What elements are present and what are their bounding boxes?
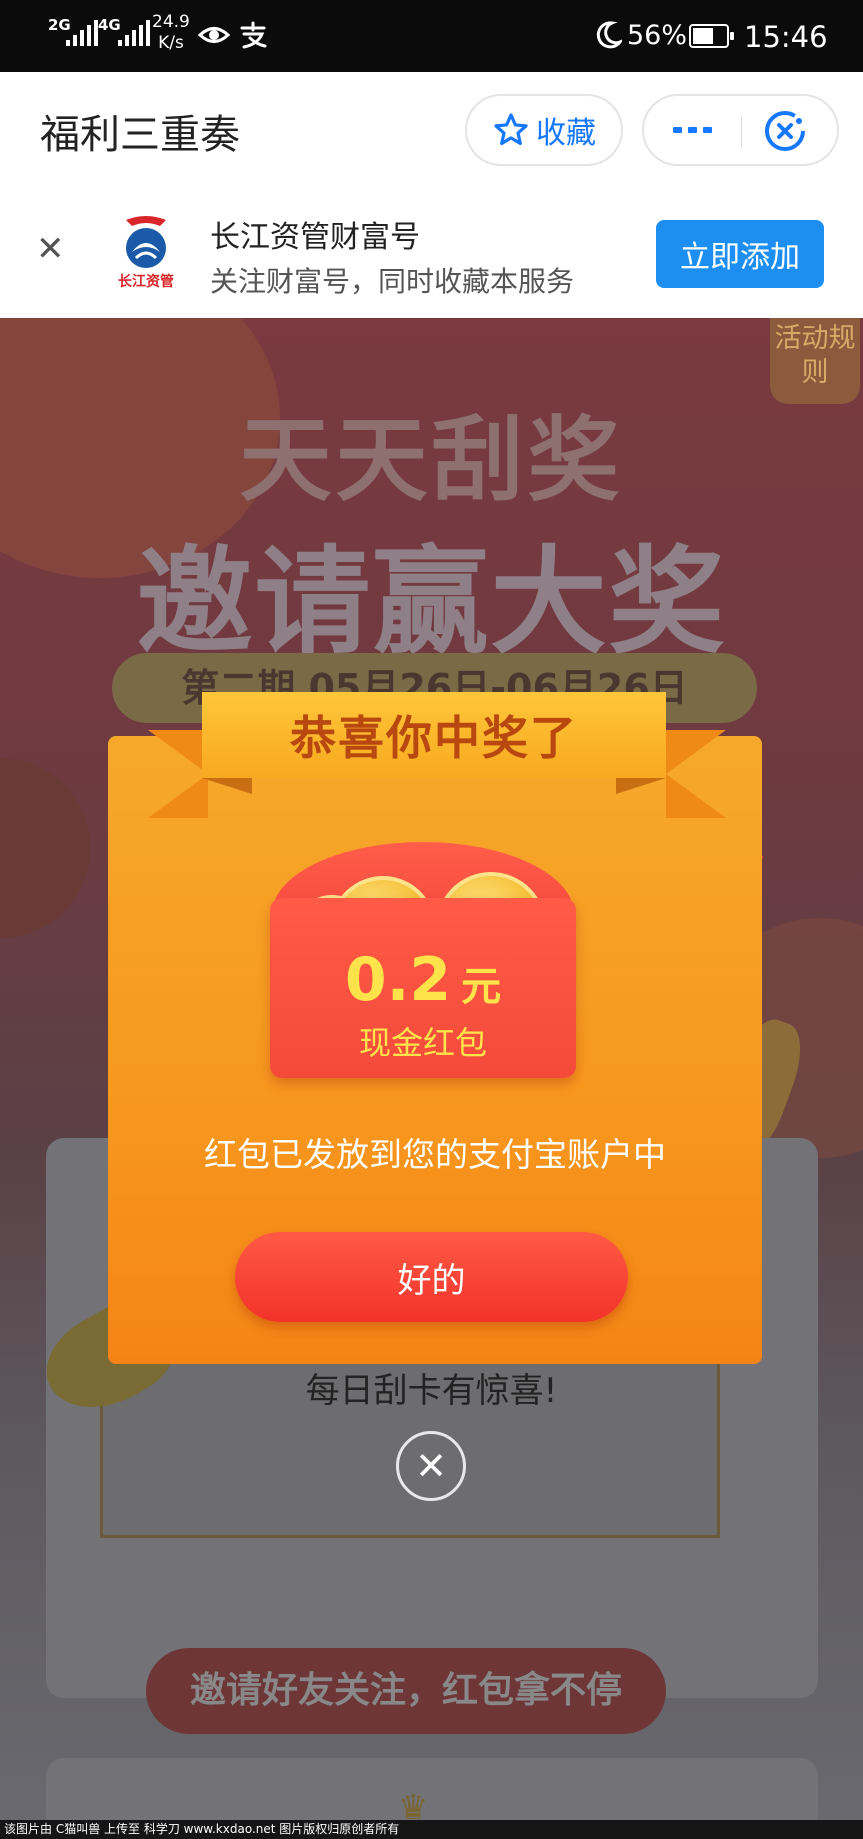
more-dot: [703, 127, 712, 133]
moon-icon: [596, 21, 622, 49]
logo-text: 长江资管: [118, 273, 174, 290]
amount-value: 0.2: [344, 945, 452, 1015]
headline-invite-win: 邀请赢大奖: [136, 535, 727, 670]
capsule-divider: [741, 116, 742, 148]
prize-amount: 0.2 元: [270, 945, 576, 1015]
amount-unit: 元: [461, 964, 502, 1010]
page-title: 福利三重奏: [40, 112, 240, 158]
speed-unit: K/s: [158, 33, 184, 53]
mini-program-capsule: [642, 94, 839, 166]
favorite-label: 收藏: [536, 116, 596, 151]
favorite-button[interactable]: 收藏: [465, 94, 623, 166]
battery-percent: 56%: [627, 20, 688, 51]
exit-mini-program-icon[interactable]: [762, 108, 808, 154]
brand-logo: 长江资管: [118, 216, 174, 290]
account-description: 关注财富号，同时收藏本服务: [210, 265, 575, 298]
congrats-banner: 恭喜你中奖了: [202, 692, 666, 778]
alipay-icon: [240, 21, 267, 49]
signal-bars-icon: [118, 20, 150, 46]
star-icon: [494, 113, 528, 146]
prize-label: 现金红包: [358, 1024, 487, 1062]
more-dot: [688, 127, 697, 133]
eye-icon: [198, 27, 230, 43]
more-dot: [673, 127, 682, 133]
follow-banner: ✕ 长江资管 长江资管财富号 关注财富号，同时收藏本服务 立即添加: [0, 190, 863, 318]
close-banner-icon[interactable]: ✕: [36, 232, 65, 266]
signal-bars-icon: [66, 20, 98, 46]
close-modal-icon[interactable]: ✕: [396, 1431, 466, 1501]
watermark-footer: 该图片由 C猫叫兽 上传至 科学刀 www.kxdao.net 图片版权归原创者…: [0, 1820, 863, 1839]
more-button[interactable]: [644, 96, 741, 164]
scratch-card-text: 每日刮卡有惊喜!: [305, 1371, 558, 1411]
speed-value: 24.9: [152, 12, 190, 32]
title-bar: 福利三重奏 收藏: [0, 72, 863, 190]
invite-banner: 邀请好友关注，红包拿不停: [146, 1648, 666, 1734]
battery-icon: [689, 24, 734, 48]
prize-notice: 红包已发放到您的支付宝账户中: [204, 1135, 666, 1174]
clock: 15:46: [744, 20, 828, 54]
add-now-button[interactable]: 立即添加: [656, 220, 824, 288]
ok-button[interactable]: 好的: [235, 1232, 628, 1322]
banner-fold: [202, 778, 252, 794]
banner-fold: [616, 778, 666, 794]
banner-ribbon-left: [148, 730, 208, 818]
network-speed: 24.9 K/s: [152, 12, 190, 54]
headline-scratch-daily: 天天刮奖: [239, 407, 624, 514]
decor-blob: [0, 758, 90, 938]
status-bar: 2G 4G 24.9 K/s 56% 15:46: [0, 0, 863, 72]
account-name: 长江资管财富号: [210, 220, 420, 255]
banner-ribbon-right: [666, 730, 726, 818]
